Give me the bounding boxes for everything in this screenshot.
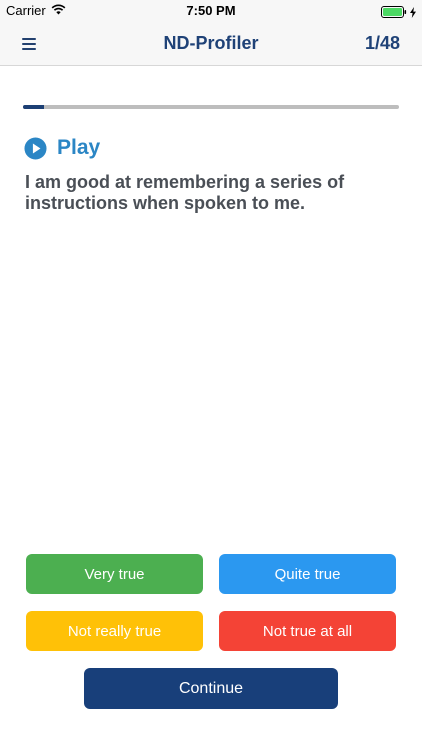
progress-fill: [23, 105, 44, 109]
progress-bar: [23, 105, 399, 109]
very-true-button[interactable]: Very true: [26, 554, 203, 594]
charging-bolt-icon: [410, 5, 416, 23]
question-text: I am good at remembering a series of ins…: [25, 172, 345, 213]
screen: Carrier 7:50 PM ND-Profiler 1/48 Play I …: [0, 0, 422, 750]
continue-button[interactable]: Continue: [84, 668, 338, 709]
page-title: ND-Profiler: [163, 33, 259, 53]
play-button[interactable]: Play: [24, 136, 100, 160]
battery-icon: [381, 5, 407, 23]
status-time: 7:50 PM: [186, 3, 236, 18]
play-circle-icon: [24, 136, 47, 160]
not-true-at-all-button[interactable]: Not true at all: [219, 611, 396, 651]
not-really-true-button[interactable]: Not really true: [26, 611, 203, 651]
status-bar: Carrier 7:50 PM: [0, 0, 422, 22]
nav-bar: ND-Profiler 1/48: [0, 22, 422, 66]
question-counter: 1/48: [364, 33, 400, 53]
quite-true-button[interactable]: Quite true: [219, 554, 396, 594]
play-label: Play: [57, 136, 101, 159]
status-bar-right: [381, 5, 416, 23]
